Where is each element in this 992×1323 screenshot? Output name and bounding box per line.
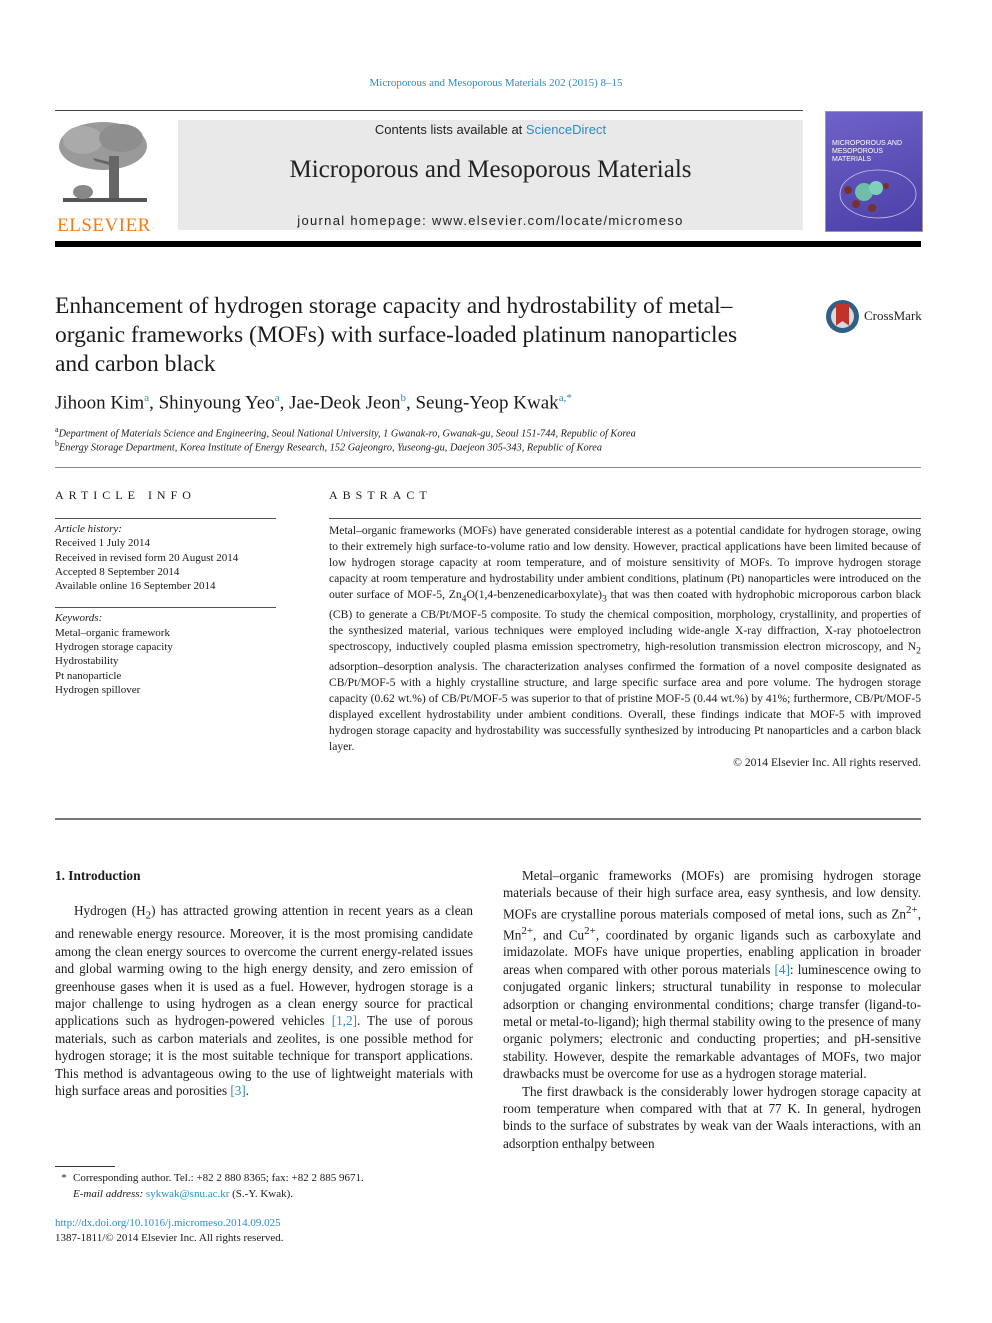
article-info-rule (55, 518, 276, 519)
title-rule (55, 467, 921, 468)
abstract-copyright: © 2014 Elsevier Inc. All rights reserved… (733, 755, 921, 769)
history-item: Available online 16 September 2014 (55, 580, 216, 593)
author-affiliation-link[interactable]: b (400, 392, 406, 404)
reference-link[interactable]: [1,2] (332, 1013, 357, 1028)
contents-prefix: Contents lists available at (374, 122, 526, 137)
journal-homepage[interactable]: journal homepage: www.elsevier.com/locat… (178, 213, 803, 228)
article-info-panel: ARTICLE INFO Article history: Received 1… (55, 488, 276, 697)
header-rule (55, 110, 803, 111)
section-heading: 1. Introduction (55, 868, 141, 883)
cover-title: MICROPOROUS AND MESOPOROUS MATERIALS (832, 140, 903, 163)
journal-citation[interactable]: Microporous and Mesoporous Materials 202… (0, 77, 992, 89)
journal-name: Microporous and Mesoporous Materials (289, 156, 692, 183)
history-item: Received in revised form 20 August 2014 (55, 551, 239, 564)
history-item: Accepted 8 September 2014 (55, 565, 180, 578)
author-affiliation-link[interactable]: a (275, 392, 280, 404)
keyword: Hydrogen spillover (55, 683, 141, 696)
abstract-panel: ABSTRACT Metal–organic frameworks (MOFs)… (329, 488, 921, 771)
history-label: Article history: (55, 523, 122, 535)
author-list: Jihoon Kima, Shinyoung Yeoa, Jae-Deok Je… (55, 392, 572, 414)
abstract-separator (55, 818, 921, 820)
intro-paragraph: Hydrogen (H2) has attracted growing atte… (55, 903, 474, 1099)
author-name: Jae-Deok Jeon (289, 392, 401, 414)
reference-link[interactable]: [4] (774, 962, 789, 977)
article-history: Article history: Received 1 July 2014 Re… (55, 522, 276, 593)
affiliation: aDepartment of Materials Science and Eng… (55, 425, 636, 439)
crossmark-icon (826, 299, 859, 333)
abstract-rule (329, 518, 921, 519)
body-paragraph: The first drawback is the considerably l… (503, 1083, 921, 1151)
author-affiliation-link[interactable]: a,* (559, 392, 572, 404)
crossmark-label: CrossMark (864, 308, 922, 323)
affiliation: bEnergy Storage Department, Korea Instit… (55, 439, 602, 453)
reference-link[interactable]: [3] (230, 1083, 245, 1098)
abstract-heading: ABSTRACT (329, 488, 432, 502)
author-name: Seung-Yeop Kwak (415, 392, 559, 414)
author-name: Jihoon Kim (55, 392, 145, 414)
footnote-rule (55, 1166, 115, 1167)
doi-link[interactable]: http://dx.doi.org/10.1016/j.micromeso.20… (55, 1215, 281, 1231)
elsevier-logo[interactable]: ELSEVIER (52, 118, 157, 238)
article-title: Enhancement of hydrogen storage capacity… (55, 293, 738, 377)
affiliation-text: Energy Storage Department, Korea Institu… (59, 442, 602, 454)
body-left-column: 1. Introduction Hydrogen (H2) has attrac… (55, 867, 473, 1100)
keyword: Pt nanoparticle (55, 669, 122, 682)
keyword: Hydrogen storage capacity (55, 641, 173, 654)
corresponding-author-note: * Corresponding author. Tel.: +82 2 880 8… (61, 1172, 364, 1184)
keywords-list: Keywords: Metal–organic framework Hydrog… (55, 611, 276, 697)
author-name: Shinyoung Yeo (158, 392, 275, 414)
sciencedirect-link[interactable]: ScienceDirect (526, 122, 606, 137)
issn-line: 1387-1811/© 2014 Elsevier Inc. All right… (55, 1232, 284, 1244)
contents-line: Contents lists available at ScienceDirec… (178, 122, 803, 137)
body-paragraph: Metal–organic frameworks (MOFs) are prom… (503, 868, 921, 1082)
email-note: E-mail address: sykwak@snu.ac.kr (S.-Y. … (73, 1188, 294, 1200)
header-thick-rule (55, 241, 921, 247)
abstract-text: Metal–organic frameworks (MOFs) have gen… (329, 524, 921, 754)
affiliation-text: Department of Materials Science and Engi… (58, 428, 636, 440)
author-affiliation-link[interactable]: a (144, 392, 149, 404)
email-link[interactable]: sykwak@snu.ac.kr (146, 1188, 229, 1200)
journal-cover-image[interactable]: MICROPOROUS AND MESOPOROUS MATERIALS (825, 111, 923, 232)
history-item: Received 1 July 2014 (55, 537, 151, 550)
elsevier-wordmark: ELSEVIER (57, 215, 151, 236)
keyword: Metal–organic framework (55, 626, 170, 639)
keywords-rule (55, 607, 276, 609)
molecule-illustration-icon (839, 169, 917, 219)
elsevier-tree-icon (53, 118, 153, 208)
article-info-heading: ARTICLE INFO (55, 488, 196, 502)
crossmark-button[interactable]: CrossMark (826, 298, 926, 334)
keywords-label: Keywords: (55, 612, 103, 625)
body-right-column: Metal–organic frameworks (MOFs) are prom… (503, 867, 921, 1152)
keyword: Hydrostability (55, 655, 119, 668)
journal-banner: Contents lists available at ScienceDirec… (178, 120, 803, 230)
